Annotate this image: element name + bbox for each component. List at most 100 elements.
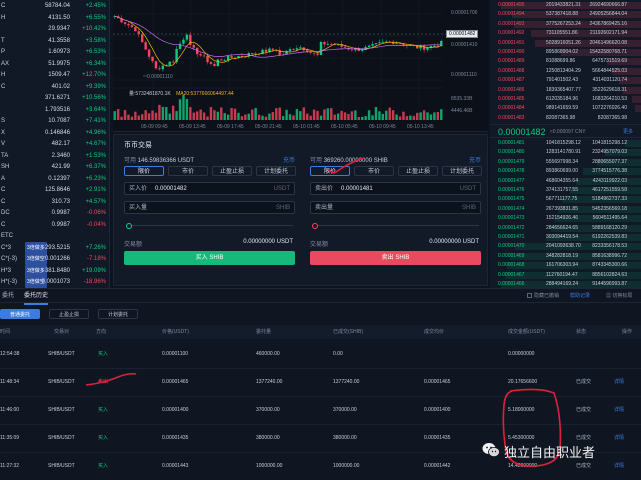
book-row[interactable]: 0.00001484 989141659.59 1072276026.40	[490, 104, 641, 113]
market-row[interactable]: SH 421.99 +6.37%	[0, 161, 109, 173]
order-filters: 普通委托 止盈止损 计划委托	[0, 307, 641, 321]
book-row[interactable]: 0.00001487 791401502.43 4314031120.74	[490, 76, 641, 85]
market-row[interactable]: 371.6271 +10.56%	[0, 92, 109, 104]
market-row[interactable]: T 41.3558 +3.58%	[0, 35, 109, 47]
book-row[interactable]: 0.00001476 374131757.55 4617251559.58	[490, 186, 641, 195]
buy-tab-market[interactable]: 市价	[168, 166, 208, 176]
market-row[interactable]: C 125.8646 +2.91%	[0, 184, 109, 196]
market-row[interactable]: DC 0.9987 -0.06%	[0, 207, 109, 219]
book-row[interactable]: 0.00001477 468604355.64 4243119922.03	[490, 177, 641, 186]
market-row[interactable]: C*3 3倍做多 293.5215 +7.26%	[0, 241, 109, 254]
sell-button[interactable]: 卖出 SHIB	[310, 251, 481, 265]
order-op[interactable]: 详情	[614, 395, 624, 425]
sell-recharge-link[interactable]: 充币	[469, 155, 481, 164]
book-row[interactable]: 0.00001485 612035184.96 1683264210.53	[490, 95, 641, 104]
market-row[interactable]: C 0.9987 -0.04%	[0, 219, 109, 231]
tab-order-history[interactable]: 委托历史	[24, 289, 49, 305]
market-row[interactable]: X 0.146846 +4.96%	[0, 127, 109, 139]
buy-price-value[interactable]: 0.00001482	[155, 183, 187, 196]
filter-normal[interactable]: 普通委托	[0, 309, 40, 319]
sell-tab-stop[interactable]: 止盈止损	[398, 166, 438, 176]
book-row[interactable]: 0.00001470 2041093638.70 8233356178.53	[490, 242, 641, 251]
market-row[interactable]: C 310.73 +4.57%	[0, 196, 109, 208]
market-row[interactable]: C 58784.04 +2.45%	[0, 0, 109, 12]
book-row[interactable]: 0.00001469 348282818.19 8581638996.72	[490, 252, 641, 261]
book-row[interactable]: 0.00001472 284656624.65 5889168120.29	[490, 224, 641, 233]
market-row[interactable]: S 10.7087 +7.41%	[0, 115, 109, 127]
sell-tab-limit[interactable]: 限价	[310, 166, 350, 176]
market-row[interactable]: H 1509.47 +12.70%	[0, 69, 109, 81]
col-price: 价格(USDT)	[162, 329, 189, 335]
book-row[interactable]: 0.00001486 1839365407.77 3522629618.31	[490, 86, 641, 95]
book-row[interactable]: 0.00001480 1283141780.91 2324957079.03	[490, 148, 641, 157]
tab-orders[interactable]: 委托	[2, 289, 14, 303]
book-row[interactable]: 0.00001493 3775267253.24 24367869425.16	[490, 20, 641, 29]
book-row[interactable]: 0.00001471 303094419.54 6192262539.83	[490, 233, 641, 242]
filter-plan[interactable]: 计划委托	[98, 309, 138, 319]
book-row[interactable]: 0.00001475 567711177.75 5184962737.33	[490, 195, 641, 204]
sell-available: 可用 369260.00000000 SHIB	[310, 155, 388, 164]
buy-tab-limit[interactable]: 限价	[124, 166, 164, 176]
kline-chart[interactable]: 0.00001110 量:5732481870.1K MA20:53776660…	[113, 0, 488, 132]
book-row[interactable]: 0.00001473 152154926.46 5604511495.64	[490, 214, 641, 223]
book-row[interactable]: 0.00001474 267393831.85 5452356569.18	[490, 205, 641, 214]
sell-amount-input[interactable]: 卖出量 SHIB	[310, 201, 481, 214]
book-row[interactable]: 0.00001466 288494169.24 9144596993.87	[490, 280, 641, 288]
market-row[interactable]: 29.9347 +10.42%	[0, 23, 109, 35]
sell-amount-slider[interactable]	[312, 223, 479, 229]
market-row[interactable]: 1.793516 +3.64%	[0, 104, 109, 116]
market-row[interactable]: TA 2.3460 +1.53%	[0, 150, 109, 162]
market-row[interactable]: H 4131.50 +6.55%	[0, 12, 109, 24]
book-row[interactable]: 0.00001467 112760194.47 8856102824.63	[490, 271, 641, 280]
more-link[interactable]: 更多	[623, 125, 633, 139]
market-row[interactable]: V 482.17 +4.67%	[0, 138, 109, 150]
sell-price-value[interactable]: 0.00001481	[341, 183, 373, 196]
sell-price-input[interactable]: 卖出价 0.00001481 USDT	[310, 182, 481, 195]
hide-cancelled-toggle[interactable]: 隐藏已撤销	[527, 289, 559, 303]
book-row[interactable]: 0.00001489 81088699.86 6475731519.69	[490, 57, 641, 66]
book-row[interactable]: 0.00001479 555697998.34 2880655077.37	[490, 158, 641, 167]
order-op[interactable]: 详情	[614, 367, 624, 397]
book-row[interactable]: 0.00001478 893860699.00 3774515776.38	[490, 167, 641, 176]
volume-bar	[426, 112, 429, 120]
book-row[interactable]: 0.00001468 161706303.94 8743345300.66	[490, 261, 641, 270]
book-row[interactable]: 0.00001481 1041815298.12 1041815298.12	[490, 139, 641, 148]
sell-tab-market[interactable]: 市价	[354, 166, 394, 176]
records-link[interactable]: 帮助记录	[570, 289, 590, 303]
market-row[interactable]: H*(-3) 3倍做空 0.0001073 -18.96%	[0, 276, 109, 288]
buy-amount-slider[interactable]	[126, 223, 293, 229]
order-price: 0.00001443	[162, 463, 189, 469]
book-row[interactable]: 0.00001492 731105551.86 21192602171.94	[490, 29, 641, 38]
book-row[interactable]: 0.00001491 5028916051.26 20461496620.08	[490, 39, 641, 48]
buy-recharge-link[interactable]: 充币	[283, 155, 295, 164]
buy-button[interactable]: 买入 SHIB	[124, 251, 295, 265]
order-price: 0.00001100	[162, 351, 189, 357]
market-row[interactable]: H*3 3倍做多 381.8480 +19.09%	[0, 264, 109, 277]
switch-layout-link[interactable]: ▦ 切换标局	[606, 289, 632, 303]
market-row[interactable]: C 401.02 +9.39%	[0, 81, 109, 93]
book-total: 15432580768.71	[589, 49, 627, 55]
market-price: 41.3558	[48, 37, 70, 44]
market-row[interactable]: ETC	[0, 230, 109, 242]
volume-bar	[433, 112, 436, 120]
chart-x-tick: 05-10 01:45	[293, 124, 320, 130]
buy-amount-input[interactable]: 买入量 SHIB	[124, 201, 295, 214]
market-row[interactable]: C*(-3) 3倍做空 0.001266 -7.18%	[0, 253, 109, 265]
filter-stop[interactable]: 止盈止损	[49, 309, 89, 319]
hide-cancelled-checkbox[interactable]	[527, 293, 532, 298]
chart-x-tick: 05-10 13:45	[407, 124, 434, 130]
book-row[interactable]: 0.00001494 537387418.88 24905256844.04	[490, 10, 641, 19]
book-row[interactable]: 0.00001483 82087365.98 82087365.98	[490, 114, 641, 123]
sell-slider-knob[interactable]	[312, 223, 318, 229]
book-row[interactable]: 0.00001488 1250813404.29 5664844525.03	[490, 67, 641, 76]
book-row[interactable]: 0.00001490 895868904.02 15432580768.71	[490, 48, 641, 57]
buy-tab-stop[interactable]: 止盈止损	[212, 166, 252, 176]
buy-slider-knob[interactable]	[126, 223, 132, 229]
market-row[interactable]: A 0.12397 +6.23%	[0, 173, 109, 185]
book-row[interactable]: 0.00001495 2019433821.31 26924690666.87	[490, 1, 641, 10]
market-row[interactable]: P 1.60973 +6.53%	[0, 46, 109, 58]
buy-tab-plan[interactable]: 计划委托	[256, 166, 296, 176]
market-row[interactable]: AX 51.9975 +6.34%	[0, 58, 109, 70]
buy-price-input[interactable]: 买入价 0.00001482 USDT	[124, 182, 295, 195]
sell-tab-plan[interactable]: 计划委托	[442, 166, 482, 176]
